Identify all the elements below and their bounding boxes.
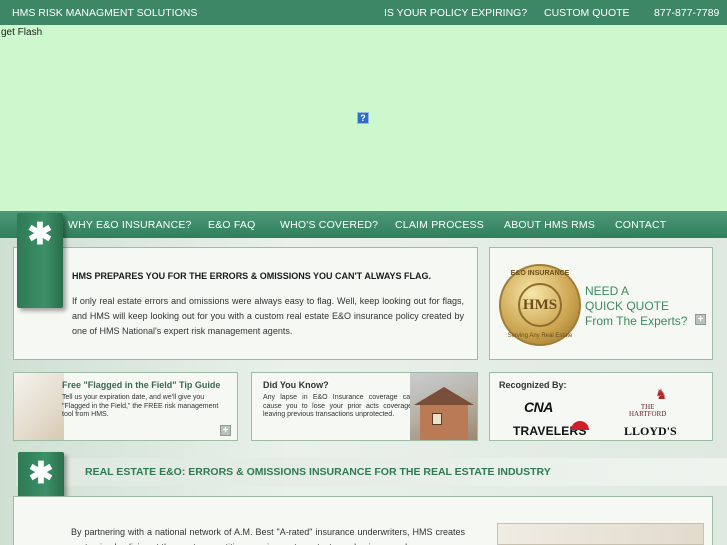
phone-number: 877-877-7789 — [654, 7, 720, 19]
seal-top-text: E&O INSURANCE — [510, 270, 570, 277]
lloyds-logo: LLOYD'S — [624, 424, 677, 438]
nav-about[interactable]: ABOUT HMS RMS — [504, 219, 595, 231]
flash-placeholder[interactable]: get Flash ? — [0, 25, 727, 211]
nav-eo-faq[interactable]: E&O FAQ — [208, 219, 256, 231]
nav-whos-covered[interactable]: WHO'S COVERED? — [280, 219, 378, 231]
custom-quote-link[interactable]: CUSTOM QUOTE — [544, 7, 630, 19]
policy-expiring-link[interactable]: IS YOUR POLICY EXPIRING? — [384, 7, 527, 19]
house-image — [410, 373, 477, 440]
hms-seal-icon: E&O INSURANCE HMS Serving Any Real Estat… — [499, 264, 581, 346]
missing-plugin-icon[interactable]: ? — [357, 112, 369, 124]
did-you-know-text: Any lapse in E&O Insurance coverage can … — [263, 394, 414, 418]
intro-heading: HMS PREPARES YOU FOR THE ERRORS & OMISSI… — [72, 271, 432, 281]
need-a-label[interactable]: NEED A — [585, 284, 629, 298]
tip-guide-image — [14, 373, 64, 440]
asterisk-flag-icon: ✱ — [17, 213, 63, 308]
seal-logo: HMS — [518, 283, 562, 327]
recognized-title: Recognized By: — [499, 380, 567, 390]
nav-why-eo[interactable]: WHY E&O INSURANCE? — [68, 219, 192, 231]
main-nav: WHY E&O INSURANCE? E&O FAQ WHO'S COVERED… — [0, 211, 727, 238]
section-image — [497, 523, 704, 545]
quick-quote-plus-icon[interactable]: + — [695, 314, 706, 325]
brand-link[interactable]: HMS RISK MANAGMENT SOLUTIONS — [12, 7, 197, 19]
get-flash-link[interactable]: get Flash — [1, 27, 42, 38]
hartford-name: HARTFORD — [629, 410, 667, 418]
section-title: REAL ESTATE E&O: ERRORS & OMISSIONS INSU… — [85, 466, 551, 478]
from-experts-label[interactable]: From The Experts? — [585, 314, 687, 328]
seal-bottom-text: Serving Any Real Estate — [507, 333, 573, 339]
nav-contact[interactable]: CONTACT — [615, 219, 666, 231]
cna-logo: CNA — [524, 399, 553, 415]
tip-guide-title[interactable]: Free "Flagged in the Field" Tip Guide — [62, 380, 220, 390]
hartford-logo: THE HARTFORD — [629, 404, 666, 418]
tip-guide-text: Tell us your expiration date, and we'll … — [62, 394, 219, 418]
did-you-know-title: Did You Know? — [263, 380, 329, 390]
top-bar: HMS RISK MANAGMENT SOLUTIONS IS YOUR POL… — [0, 0, 727, 25]
quick-quote-label[interactable]: QUICK QUOTE — [585, 299, 669, 313]
tip-guide-plus-icon[interactable]: + — [220, 425, 231, 436]
intro-text: If only real estate errors and omissions… — [72, 296, 464, 336]
stag-icon: ♞ — [655, 386, 668, 402]
nav-claim-process[interactable]: CLAIM PROCESS — [395, 219, 484, 231]
section-text: By partnering with a national network of… — [71, 527, 465, 545]
